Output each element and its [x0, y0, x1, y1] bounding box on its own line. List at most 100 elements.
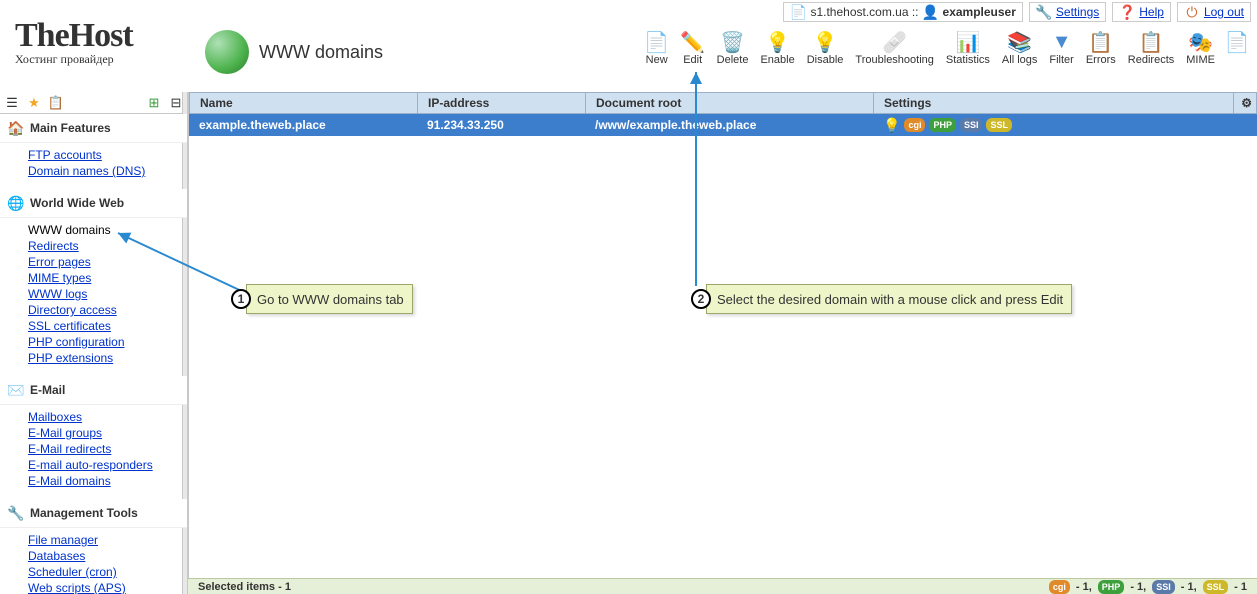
sidebar-item-databases[interactable]: Databases	[28, 548, 187, 564]
server-host: s1.thehost.com.ua ::	[810, 5, 918, 19]
errors-button[interactable]: 📋Errors	[1086, 30, 1116, 66]
help-link[interactable]: Help	[1139, 5, 1164, 19]
annotation-number-1: 1	[231, 289, 251, 309]
help-icon: ❓	[1119, 4, 1135, 20]
sidebar-item-file-manager[interactable]: File manager	[28, 532, 187, 548]
sidebar-group-main-features[interactable]: 🏠Main Features	[0, 114, 187, 143]
sidebar-item-redirects[interactable]: Redirects	[28, 238, 187, 254]
delete-button[interactable]: 🗑️Delete	[717, 30, 749, 66]
main-area: Name IP-address Document root Settings ⚙…	[188, 92, 1257, 578]
brand-tagline: Хостинг провайдер	[15, 52, 133, 67]
edit-icon: ✏️	[681, 30, 705, 54]
col-name[interactable]: Name	[190, 93, 418, 113]
sidebar-item-php-extensions[interactable]: PHP extensions	[28, 350, 187, 366]
server-info: 📄 s1.thehost.com.ua :: 👤 exampleuser	[783, 2, 1022, 22]
col-doc[interactable]: Document root	[586, 93, 874, 113]
server-icon: 📄	[790, 4, 806, 20]
enable-button[interactable]: 💡Enable	[760, 30, 794, 66]
table-row[interactable]: example.theweb.place 91.234.33.250 /www/…	[189, 114, 1257, 136]
more-icon: 📄	[1225, 30, 1249, 54]
globe-icon	[205, 30, 249, 74]
sidebar-group-world-wide-web[interactable]: 🌐World Wide Web	[0, 189, 187, 218]
sidebar-item-www-logs[interactable]: WWW logs	[28, 286, 187, 302]
new-button[interactable]: 📄New	[645, 30, 669, 66]
user-icon: 👤	[923, 4, 939, 20]
troubleshooting-button[interactable]: 🩹Troubleshooting	[855, 30, 933, 66]
statistics-button[interactable]: 📊Statistics	[946, 30, 990, 66]
sidebar-item-ftp-accounts[interactable]: FTP accounts	[28, 147, 187, 163]
annotation-callout-1: 1 Go to WWW domains tab	[246, 284, 413, 314]
logout-icon: ⏻	[1184, 4, 1200, 20]
all-logs-button[interactable]: 📚All logs	[1002, 30, 1037, 66]
sidebar-item-scheduler-cron-[interactable]: Scheduler (cron)	[28, 564, 187, 580]
sidebar-item-mime-types[interactable]: MIME types	[28, 270, 187, 286]
delete-icon: 🗑️	[721, 30, 745, 54]
row-ip: 91.234.33.250	[417, 118, 585, 132]
settings-link-box[interactable]: 🔧 Settings	[1029, 2, 1106, 22]
expand-icon[interactable]: ⊞	[146, 95, 162, 111]
logout-link[interactable]: Log out	[1204, 5, 1244, 19]
sidebar-item-error-pages[interactable]: Error pages	[28, 254, 187, 270]
more-button[interactable]: 📄	[1227, 30, 1247, 66]
statistics-icon: 📊	[956, 30, 980, 54]
sidebar-item-php-configuration[interactable]: PHP configuration	[28, 334, 187, 350]
filter-button[interactable]: ▼Filter	[1049, 30, 1073, 66]
sidebar-item-e-mail-groups[interactable]: E-Mail groups	[28, 425, 187, 441]
status-php-badge: PHP	[1098, 580, 1125, 594]
favorite-icon[interactable]: ★	[26, 95, 42, 111]
disable-icon: 💡	[813, 30, 837, 54]
status-cgi-badge: cgi	[1049, 580, 1070, 594]
enable-icon: 💡	[766, 30, 790, 54]
sidebar-item-e-mail-auto-responders[interactable]: E-mail auto-responders	[28, 457, 187, 473]
sidebar-item-web-scripts-aps-[interactable]: Web scripts (APS)	[28, 580, 187, 594]
sidebar-item-domain-names-dns-[interactable]: Domain names (DNS)	[28, 163, 187, 179]
mail-icon: ✉️	[8, 382, 24, 398]
status-bar: Selected items - 1 cgi - 1, PHP - 1, SSI…	[188, 578, 1257, 594]
row-name: example.theweb.place	[189, 118, 417, 132]
brand-name: TheHost	[15, 20, 133, 52]
row-doc: /www/example.theweb.place	[585, 118, 873, 132]
list-icon[interactable]: ☰	[4, 95, 20, 111]
mime-icon: 🎭	[1189, 30, 1213, 54]
gear-icon: ⚙	[1241, 96, 1252, 110]
sidebar-item-mailboxes[interactable]: Mailboxes	[28, 409, 187, 425]
annotation-callout-2: 2 Select the desired domain with a mouse…	[706, 284, 1072, 314]
sidebar-item-www-domains[interactable]: WWW domains	[28, 222, 187, 238]
table-header: Name IP-address Document root Settings ⚙	[189, 92, 1257, 114]
edit-button[interactable]: ✏️Edit	[681, 30, 705, 66]
redirects-icon: 📋	[1139, 30, 1163, 54]
logout-link-box[interactable]: ⏻ Log out	[1177, 2, 1251, 22]
help-link-box[interactable]: ❓ Help	[1112, 2, 1171, 22]
status-ssl-badge: SSL	[1203, 580, 1229, 594]
sidebar-group-e-mail[interactable]: ✉️E-Mail	[0, 376, 187, 405]
main-toolbar: 📄New ✏️Edit 🗑️Delete 💡Enable 💡Disable 🩹T…	[645, 30, 1247, 66]
disable-button[interactable]: 💡Disable	[807, 30, 844, 66]
troubleshooting-icon: 🩹	[883, 30, 907, 54]
annotation-text-2: Select the desired domain with a mouse c…	[717, 292, 1063, 307]
status-badges: cgi - 1, PHP - 1, SSI - 1, SSL - 1	[1049, 580, 1247, 594]
sidebar-item-e-mail-redirects[interactable]: E-Mail redirects	[28, 441, 187, 457]
tools-icon: 🔧	[8, 505, 24, 521]
sidebar: 🏠Main Features FTP accountsDomain names (…	[0, 114, 188, 594]
settings-link[interactable]: Settings	[1056, 5, 1099, 19]
globe-icon: 🌐	[8, 195, 24, 211]
page-header: WWW domains	[205, 30, 383, 74]
col-settings[interactable]: Settings	[874, 93, 1234, 113]
redirects-button[interactable]: 📋Redirects	[1128, 30, 1174, 66]
sidebar-item-ssl-certificates[interactable]: SSL certificates	[28, 318, 187, 334]
mime-button[interactable]: 🎭MIME	[1186, 30, 1215, 66]
col-ip[interactable]: IP-address	[418, 93, 586, 113]
sidebar-group-management-tools[interactable]: 🔧Management Tools	[0, 499, 187, 528]
selected-count: Selected items - 1	[198, 581, 1049, 593]
clipboard-icon[interactable]: 📋	[48, 95, 64, 111]
col-config[interactable]: ⚙	[1234, 93, 1256, 113]
home-icon: 🏠	[8, 120, 24, 136]
sidebar-mini-toolbar: ☰ ★ 📋 ⊞ ⊟	[0, 92, 188, 114]
row-settings: 💡 cgi PHP SSI SSL	[873, 117, 1257, 134]
sidebar-item-directory-access[interactable]: Directory access	[28, 302, 187, 318]
username: exampleuser	[943, 5, 1016, 19]
errors-icon: 📋	[1089, 30, 1113, 54]
annotation-number-2: 2	[691, 289, 711, 309]
php-badge: PHP	[929, 118, 956, 132]
sidebar-item-e-mail-domains[interactable]: E-Mail domains	[28, 473, 187, 489]
